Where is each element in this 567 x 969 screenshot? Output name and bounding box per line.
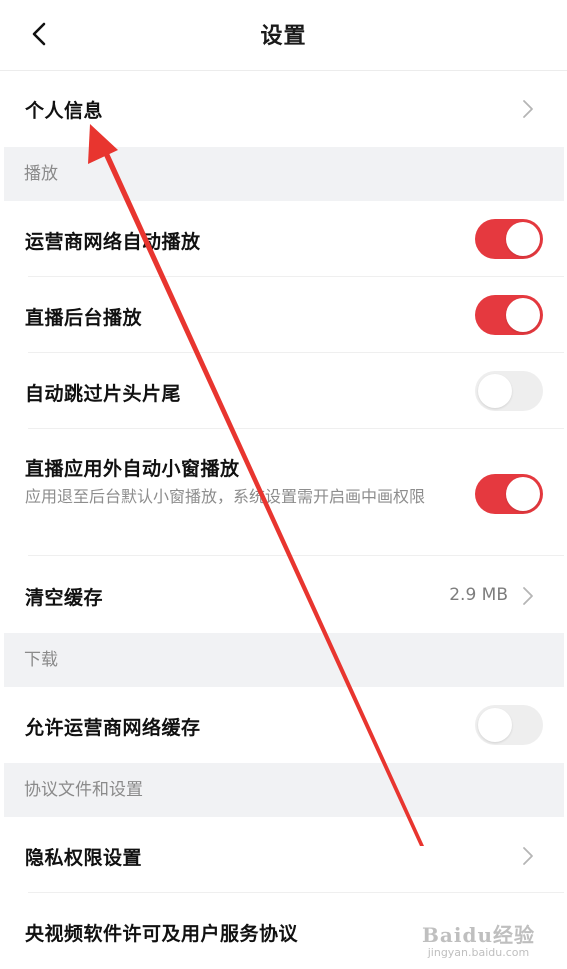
live-background-play-row: 直播后台播放 — [4, 277, 564, 353]
chevron-right-icon — [518, 586, 538, 606]
toggle-knob — [478, 374, 512, 408]
live-background-play-toggle[interactable] — [475, 295, 543, 335]
skip-intro-outro-row: 自动跳过片头片尾 — [4, 353, 564, 429]
skip-intro-outro-label: 自动跳过片头片尾 — [25, 383, 182, 405]
clear-cache-row[interactable]: 清空缓存 2.9 MB — [4, 556, 564, 633]
chevron-right-icon — [518, 99, 538, 119]
live-pip-description: 应用退至后台默认小窗播放，系统设置需开启画中画权限 — [25, 487, 426, 506]
settings-screen: 设置 个人信息 播放 运营商网络自动播放 直播后台播放 自动跳过片头片尾 直播应… — [0, 0, 567, 969]
chevron-right-icon — [518, 846, 538, 866]
watermark-logo: Baidu经验 — [422, 923, 535, 947]
privacy-settings-label: 隐私权限设置 — [25, 847, 143, 869]
allow-cellular-cache-row: 允许运营商网络缓存 — [4, 687, 564, 763]
live-pip-toggle[interactable] — [475, 474, 543, 514]
cellular-autoplay-row: 运营商网络自动播放 — [4, 201, 564, 277]
cache-size-value: 2.9 MB — [449, 585, 508, 605]
personal-info-label: 个人信息 — [25, 100, 104, 122]
live-background-play-label: 直播后台播放 — [25, 307, 143, 329]
clear-cache-label: 清空缓存 — [25, 587, 104, 609]
page-title: 设置 — [260, 24, 307, 49]
section-header-playback: 播放 — [4, 147, 564, 201]
allow-cellular-cache-toggle[interactable] — [475, 705, 543, 745]
toggle-knob — [478, 708, 512, 742]
toggle-knob — [506, 477, 540, 511]
live-pip-row: 直播应用外自动小窗播放 应用退至后台默认小窗播放，系统设置需开启画中画权限 — [4, 429, 564, 556]
license-agreement-label: 央视频软件许可及用户服务协议 — [25, 923, 299, 945]
live-pip-label: 直播应用外自动小窗播放 — [25, 458, 240, 480]
watermark-url: jingyan.baidu.com — [427, 946, 530, 959]
header-bar: 设置 — [0, 0, 567, 71]
section-header-agreements: 协议文件和设置 — [4, 763, 564, 817]
toggle-knob — [506, 298, 540, 332]
allow-cellular-cache-label: 允许运营商网络缓存 — [25, 717, 201, 739]
cellular-autoplay-label: 运营商网络自动播放 — [25, 231, 201, 253]
toggle-knob — [506, 222, 540, 256]
watermark: Baidu经验 jingyan.baidu.com — [422, 919, 535, 959]
section-header-download: 下载 — [4, 633, 564, 687]
skip-intro-outro-toggle[interactable] — [475, 371, 543, 411]
privacy-settings-row[interactable]: 隐私权限设置 — [4, 817, 564, 893]
cellular-autoplay-toggle[interactable] — [475, 219, 543, 259]
personal-info-row[interactable]: 个人信息 — [4, 71, 564, 147]
